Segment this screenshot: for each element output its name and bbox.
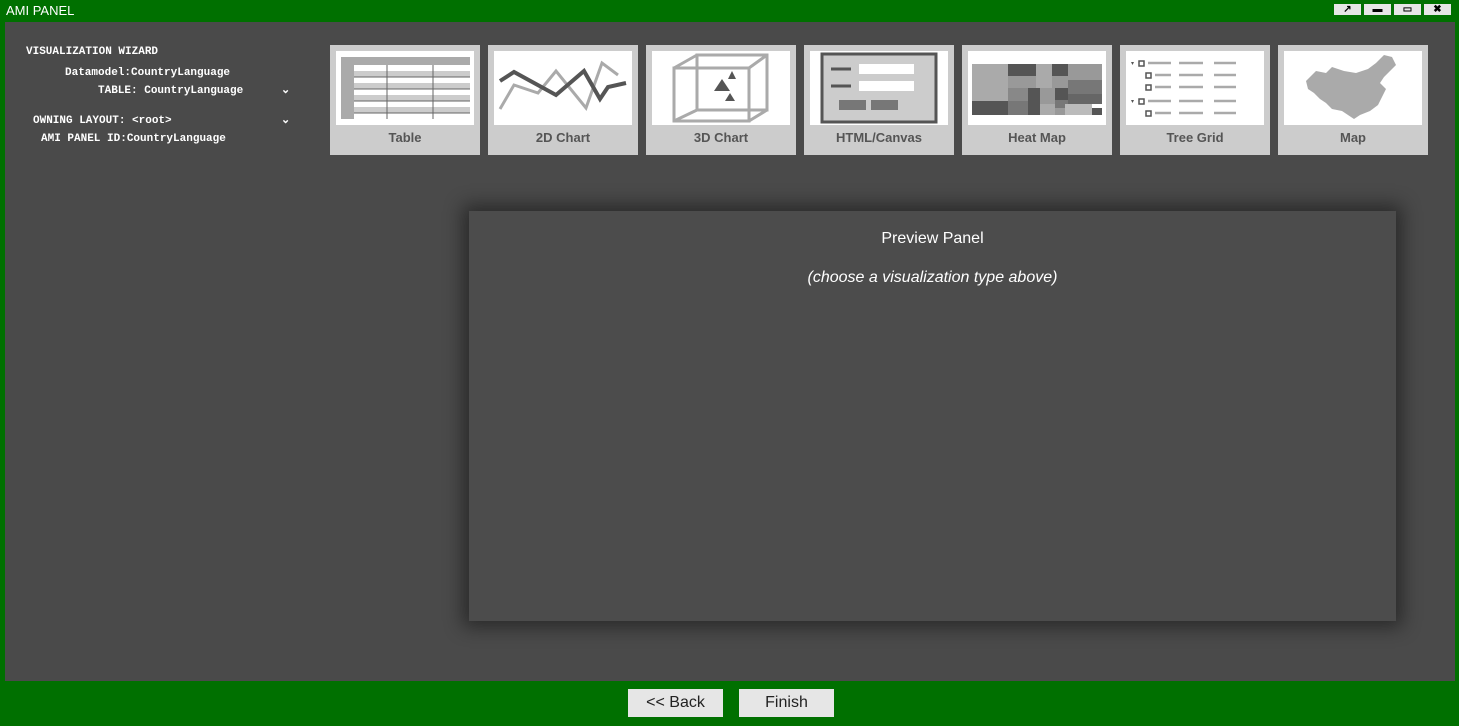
popout-button[interactable]: ↗: [1334, 4, 1361, 15]
tile-label: 2D Chart: [535, 130, 591, 145]
table-label: TABLE:: [98, 85, 138, 97]
china-map-icon: [1306, 55, 1396, 119]
wizard-body: VISUALIZATION WIZARD Datamodel:CountryLa…: [5, 22, 1455, 681]
tile-tree-grid[interactable]: ▾ ▾ Tree Grid: [1120, 45, 1270, 155]
tile-label: Tree Grid: [1166, 130, 1224, 145]
window-controls: ↗ ▬ ▭ ✖: [1334, 4, 1451, 15]
form-icon: [820, 52, 938, 124]
back-button[interactable]: << Back: [628, 689, 723, 717]
svg-text:▾: ▾: [1131, 99, 1134, 105]
table-icon: [341, 57, 470, 119]
tile-table[interactable]: Table: [330, 45, 480, 155]
svg-text:▾: ▾: [1131, 61, 1134, 67]
tile-3d-chart[interactable]: 3D Chart: [646, 45, 796, 155]
preview-panel: Preview Panel (choose a visualization ty…: [469, 211, 1396, 621]
tile-label: HTML/Canvas: [836, 130, 922, 145]
chevron-down-icon[interactable]: ⌄: [281, 83, 290, 96]
panel-id-label: AMI PANEL ID:: [41, 133, 127, 145]
tile-label: Heat Map: [1008, 130, 1066, 145]
tile-heat-map[interactable]: Heat Map: [962, 45, 1112, 155]
panel-id-value[interactable]: CountryLanguage: [127, 133, 226, 145]
cube-chart-icon: [672, 53, 769, 123]
owning-layout-row[interactable]: OWNING LAYOUT: <root>: [33, 115, 172, 127]
datamodel-value: CountryLanguage: [131, 67, 231, 79]
tree-grid-icon: ▾▾: [1131, 60, 1236, 117]
finish-button[interactable]: Finish: [739, 689, 834, 717]
wizard-heading: VISUALIZATION WIZARD: [26, 46, 159, 58]
tile-map[interactable]: Map: [1278, 45, 1428, 155]
maximize-button[interactable]: ▭: [1394, 4, 1421, 15]
tile-label: 3D Chart: [693, 130, 749, 145]
preview-title: Preview Panel: [881, 230, 984, 247]
datamodel-row: Datamodel:CountryLanguage: [65, 67, 230, 79]
table-select[interactable]: CountryLanguage: [144, 85, 243, 97]
panel-id-row: AMI PANEL ID:CountryLanguage: [41, 133, 226, 145]
close-button[interactable]: ✖: [1424, 4, 1451, 15]
preview-hint: (choose a visualization type above): [807, 269, 1058, 286]
window-title: AMI PANEL: [6, 3, 75, 18]
tile-label: Table: [388, 130, 422, 145]
chevron-down-icon[interactable]: ⌄: [281, 113, 290, 126]
title-bar: AMI PANEL: [0, 0, 1459, 22]
tile-label: Map: [1340, 130, 1366, 145]
treemap-icon: [972, 64, 1102, 115]
tile-2d-chart[interactable]: 2D Chart: [488, 45, 638, 155]
table-row[interactable]: TABLE: CountryLanguage: [98, 85, 243, 97]
datamodel-label: Datamodel:: [65, 67, 132, 79]
layout-label: OWNING LAYOUT:: [33, 115, 126, 127]
tile-html-canvas[interactable]: HTML/Canvas: [804, 45, 954, 155]
minimize-button[interactable]: ▬: [1364, 4, 1391, 15]
line-chart-icon: [498, 60, 627, 112]
layout-select[interactable]: <root>: [132, 115, 172, 127]
